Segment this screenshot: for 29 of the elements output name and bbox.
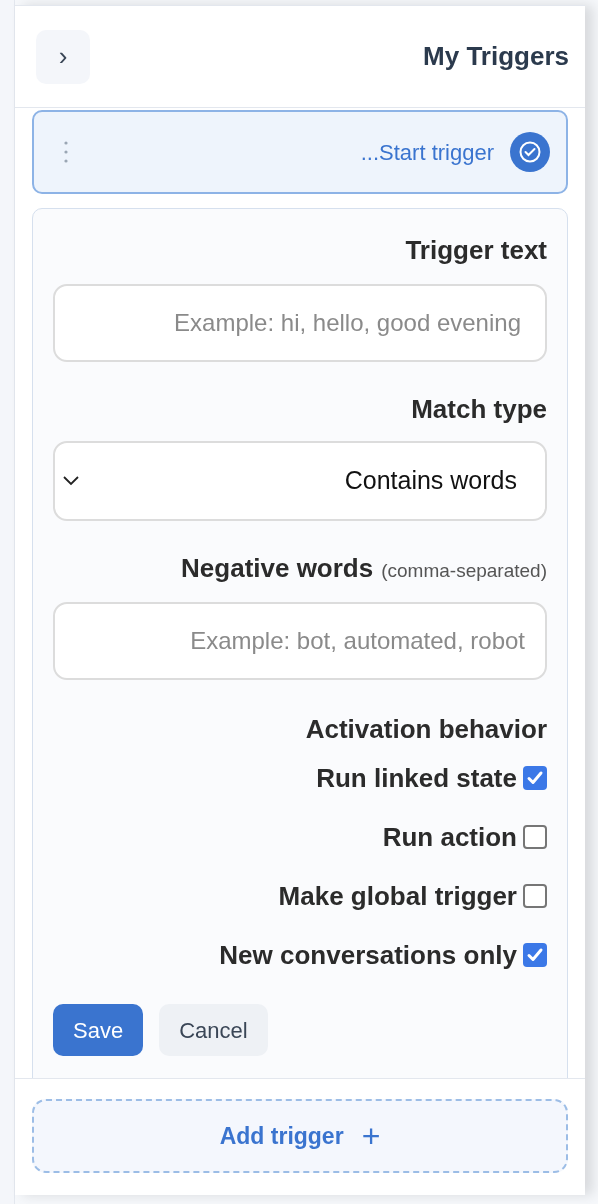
cancel-button[interactable]: Cancel <box>159 1004 268 1056</box>
match-type-select[interactable]: Contains words <box>53 441 547 521</box>
add-trigger-button[interactable]: Add trigger + <box>32 1099 568 1173</box>
drag-handle-icon[interactable] <box>64 141 68 163</box>
trigger-name: ...Start trigger <box>360 138 494 167</box>
trigger-text-field[interactable]: Example: hi, hello, good evening <box>53 284 547 362</box>
checkbox-label: New conversations only <box>219 938 517 972</box>
checkmark-icon <box>526 946 544 964</box>
select-value: Contains words <box>344 465 517 497</box>
checkbox-label: Run linked state <box>316 761 517 795</box>
field-label: Match type <box>410 393 547 426</box>
checkmark-icon <box>526 769 544 787</box>
checkbox-label: Run action <box>382 820 517 854</box>
field-hint: (comma-separated) <box>381 559 547 583</box>
negative-words-field[interactable]: Example: bot, automated, robot <box>53 602 547 680</box>
checkbox-label: Make global trigger <box>278 879 517 913</box>
check-circle-icon <box>510 132 550 172</box>
checkbox[interactable] <box>523 884 547 908</box>
field-label: Negative words <box>181 552 374 585</box>
checkbox[interactable] <box>523 943 547 967</box>
chevron-down-icon <box>63 476 79 486</box>
checkbox[interactable] <box>523 825 547 849</box>
trigger-item[interactable]: ...Start trigger <box>32 110 568 194</box>
section-label: Activation behavior <box>304 713 547 746</box>
save-button[interactable]: Save <box>53 1004 144 1056</box>
checkbox[interactable] <box>523 766 547 790</box>
field-label: Trigger text <box>404 234 547 267</box>
collapse-button[interactable]: › <box>36 29 90 84</box>
panel-title: My Triggers <box>423 40 569 73</box>
